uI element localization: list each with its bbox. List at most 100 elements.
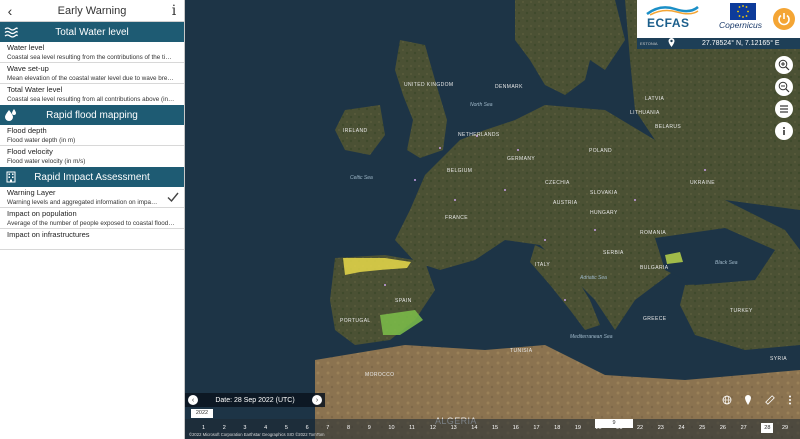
timeline-day-18[interactable]: 18 [554, 425, 560, 431]
layer-desc: Coastal sea level resulting from the con… [7, 54, 177, 61]
map-label-portugal: PORTUGAL [340, 318, 371, 324]
layer-flood-velocity[interactable]: Flood velocity Flood water velocity (in … [0, 146, 184, 167]
layer-name: Impact on infrastructures [7, 230, 90, 239]
app-window: UNITED KINGDOM IRELAND DENMARK NETHERLAN… [0, 0, 800, 439]
section-rapid-impact-assessment[interactable]: Rapid Impact Assessment [0, 167, 184, 187]
section-title: Rapid Impact Assessment [34, 171, 150, 183]
layer-flood-depth[interactable]: Flood depth Flood water depth (in m) [0, 125, 184, 146]
timeline-day-29[interactable]: 29 [782, 425, 788, 431]
layer-wave-setup[interactable]: Wave set-up Mean elevation of the coasta… [0, 63, 184, 84]
timeline-day-8[interactable]: 8 [347, 425, 350, 431]
timeline-day-9[interactable]: 9 [368, 425, 371, 431]
logo-banner: ECFAS Copernicus [637, 0, 800, 38]
date-selector: ‹ Date: 28 Sep 2022 (UTC) › [185, 393, 325, 407]
checkmark-icon [167, 192, 179, 203]
location-pin-icon [668, 38, 678, 49]
timeline-day-28[interactable]: 28 [761, 423, 774, 433]
layer-name: Total Water level [7, 85, 63, 94]
layer-panel: ‹ Early Warning i Total Water level Wate… [0, 0, 185, 439]
timeline-day-7[interactable]: 7 [326, 425, 329, 431]
copernicus-logo: Copernicus [719, 20, 762, 30]
map-label-netherlands: NETHERLANDS [458, 132, 500, 138]
layer-desc: Flood water velocity (in m/s) [7, 158, 86, 165]
timeline-day-12[interactable]: 12 [430, 425, 436, 431]
next-date-button[interactable]: › [312, 395, 322, 405]
timeline-day-10[interactable]: 10 [388, 425, 394, 431]
menu-button[interactable] [775, 100, 793, 118]
layer-desc: Flood water depth (in m) [7, 137, 76, 144]
timeline-day-4[interactable]: 4 [264, 425, 267, 431]
map-label-turkey: TURKEY [730, 308, 753, 314]
map-label-ireland: IRELAND [343, 128, 368, 134]
layer-total-water-level[interactable]: Total Water level Coastal sea level resu… [0, 84, 184, 105]
timeline-day-16[interactable]: 16 [513, 425, 519, 431]
section-title: Rapid flood mapping [46, 109, 138, 121]
panel-title: Early Warning [57, 4, 127, 17]
timeline-day-27[interactable]: 27 [741, 425, 747, 431]
map-view[interactable]: UNITED KINGDOM IRELAND DENMARK NETHERLAN… [185, 0, 800, 439]
power-button[interactable] [773, 8, 795, 30]
map-label-denmark: DENMARK [495, 84, 523, 90]
timeline-day-24[interactable]: 24 [678, 425, 684, 431]
timeline-day-2[interactable]: 2 [223, 425, 226, 431]
waves-icon [0, 26, 22, 38]
map-label-ukraine: UKRAINE [690, 180, 716, 186]
timeline-day-13[interactable]: 13 [451, 425, 457, 431]
map-label-france: FRANCE [445, 215, 468, 221]
map-info-button[interactable] [775, 122, 793, 140]
coordinates-readout: 27.78524° N, 7.12165° E [702, 40, 780, 47]
zoom-in-button[interactable] [775, 56, 793, 74]
zoom-out-button[interactable] [775, 78, 793, 96]
timeline-day-26[interactable]: 26 [720, 425, 726, 431]
section-total-water-level[interactable]: Total Water level [0, 22, 184, 42]
timeline-day-25[interactable]: 25 [699, 425, 705, 431]
layer-name: Impact on population [7, 209, 77, 218]
layer-impact-population[interactable]: Impact on population Average of the numb… [0, 208, 184, 229]
map-label-tunisia: TUNISIA [510, 348, 533, 354]
layer-name: Water level [7, 43, 45, 52]
timeline-day-5[interactable]: 5 [285, 425, 288, 431]
map-label-bulgaria: BULGARIA [640, 265, 669, 271]
timeline-day-17[interactable]: 17 [533, 425, 539, 431]
layer-water-level[interactable]: Water level Coastal sea level resulting … [0, 42, 184, 63]
layer-desc: Mean elevation of the coastal water leve… [7, 75, 177, 82]
timeline-day-22[interactable]: 22 [637, 425, 643, 431]
timeline-day-23[interactable]: 23 [658, 425, 664, 431]
layer-name: Warning Layer [7, 188, 56, 197]
map-basemap [315, 0, 800, 439]
timeline-day-14[interactable]: 14 [471, 425, 477, 431]
map-label-adriatic: Adriatic Sea [580, 275, 607, 281]
map-label-czechia: CZECHIA [545, 180, 570, 186]
month-tab[interactable]: 9 [595, 419, 633, 428]
timeline-day-1[interactable]: 1 [202, 425, 205, 431]
coordinate-context-label: ESTONIA [640, 41, 658, 46]
map-label-morocco: MOROCCO [365, 372, 395, 378]
eu-flag-icon [730, 3, 756, 20]
map-label-greece: GREECE [643, 316, 667, 322]
layer-desc: Warning levels and aggregated informatio… [7, 199, 160, 206]
prev-date-button[interactable]: ‹ [188, 395, 198, 405]
timeline-day-6[interactable]: 6 [306, 425, 309, 431]
layer-warning-layer[interactable]: Warning Layer Warning levels and aggrega… [0, 187, 184, 208]
panel-header: ‹ Early Warning i [0, 0, 184, 22]
power-icon [778, 13, 790, 26]
map-attribution: ©2022 Microsoft Corporation Earthstar Ge… [189, 432, 325, 437]
map-label-north-sea: North Sea [470, 102, 493, 108]
section-rapid-flood-mapping[interactable]: Rapid flood mapping [0, 105, 184, 125]
layer-name: Flood velocity [7, 147, 53, 156]
info-icon [783, 127, 785, 135]
layer-impact-infrastructures[interactable]: Impact on infrastructures [0, 229, 184, 250]
layer-name: Flood depth [7, 126, 47, 135]
map-label-slovakia: SLOVAKIA [590, 190, 618, 196]
map-label-italy: ITALY [535, 262, 551, 268]
info-button[interactable]: i [164, 3, 184, 19]
year-tab[interactable]: 2022 [191, 409, 213, 418]
building-icon [0, 171, 22, 183]
map-label-belarus: BELARUS [655, 124, 682, 130]
timeline-day-11[interactable]: 11 [409, 425, 415, 431]
back-button[interactable]: ‹ [0, 3, 20, 19]
timeline-day-15[interactable]: 15 [492, 425, 498, 431]
map-label-poland: POLAND [589, 148, 612, 154]
timeline-day-3[interactable]: 3 [243, 425, 246, 431]
timeline-day-19[interactable]: 19 [575, 425, 581, 431]
